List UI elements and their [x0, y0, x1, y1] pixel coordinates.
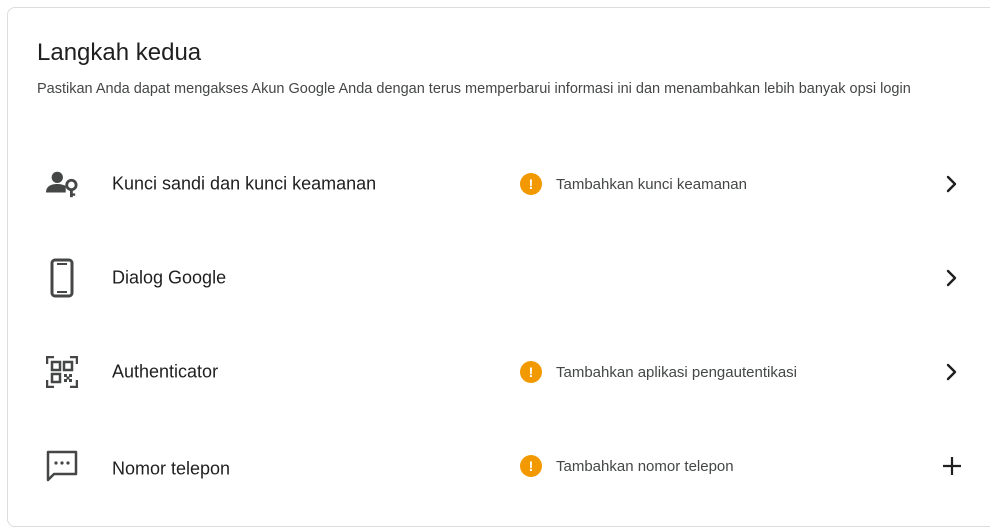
- authenticator-status: ! Tambahkan aplikasi pengautentikasi: [520, 361, 797, 383]
- section-title: Langkah kedua: [37, 39, 202, 66]
- sms-message-icon: [46, 450, 78, 482]
- phone-number-label: Nomor telepon: [112, 458, 231, 479]
- authenticator-status-text: Tambahkan aplikasi pengautentikasi: [556, 363, 797, 381]
- plus-icon[interactable]: [938, 452, 966, 480]
- passkeys-label: Kunci sandi dan kunci keamanan: [112, 173, 377, 194]
- passkeys-status: ! Tambahkan kunci keamanan: [520, 173, 747, 195]
- authenticator-row[interactable]: Authenticator ! Tambahkan aplikasi penga…: [36, 342, 990, 402]
- warning-icon: !: [520, 361, 542, 383]
- section-description: Pastikan Anda dapat mengakses Akun Googl…: [37, 81, 911, 97]
- passkeys-row[interactable]: Kunci sandi dan kunci keamanan ! Tambahk…: [36, 154, 990, 214]
- warning-icon: !: [520, 455, 542, 477]
- phone-number-status: ! Tambahkan nomor telepon: [520, 455, 734, 477]
- google-prompt-label: Dialog Google: [112, 267, 227, 288]
- qr-code-scanner-icon: [46, 356, 78, 388]
- passkeys-status-text: Tambahkan kunci keamanan: [556, 175, 747, 193]
- google-prompt-row[interactable]: Dialog Google: [36, 248, 990, 308]
- phone-number-row[interactable]: Nomor telepon ! Tambahkan nomor telepon: [36, 436, 990, 496]
- warning-icon: !: [520, 173, 542, 195]
- smartphone-icon: [46, 258, 78, 298]
- chevron-right-icon[interactable]: [938, 264, 966, 292]
- authenticator-label: Authenticator: [112, 361, 219, 382]
- chevron-right-icon[interactable]: [938, 358, 966, 386]
- phone-number-status-text: Tambahkan nomor telepon: [556, 457, 734, 475]
- passkey-person-key-icon: [46, 168, 78, 200]
- chevron-right-icon[interactable]: [938, 170, 966, 198]
